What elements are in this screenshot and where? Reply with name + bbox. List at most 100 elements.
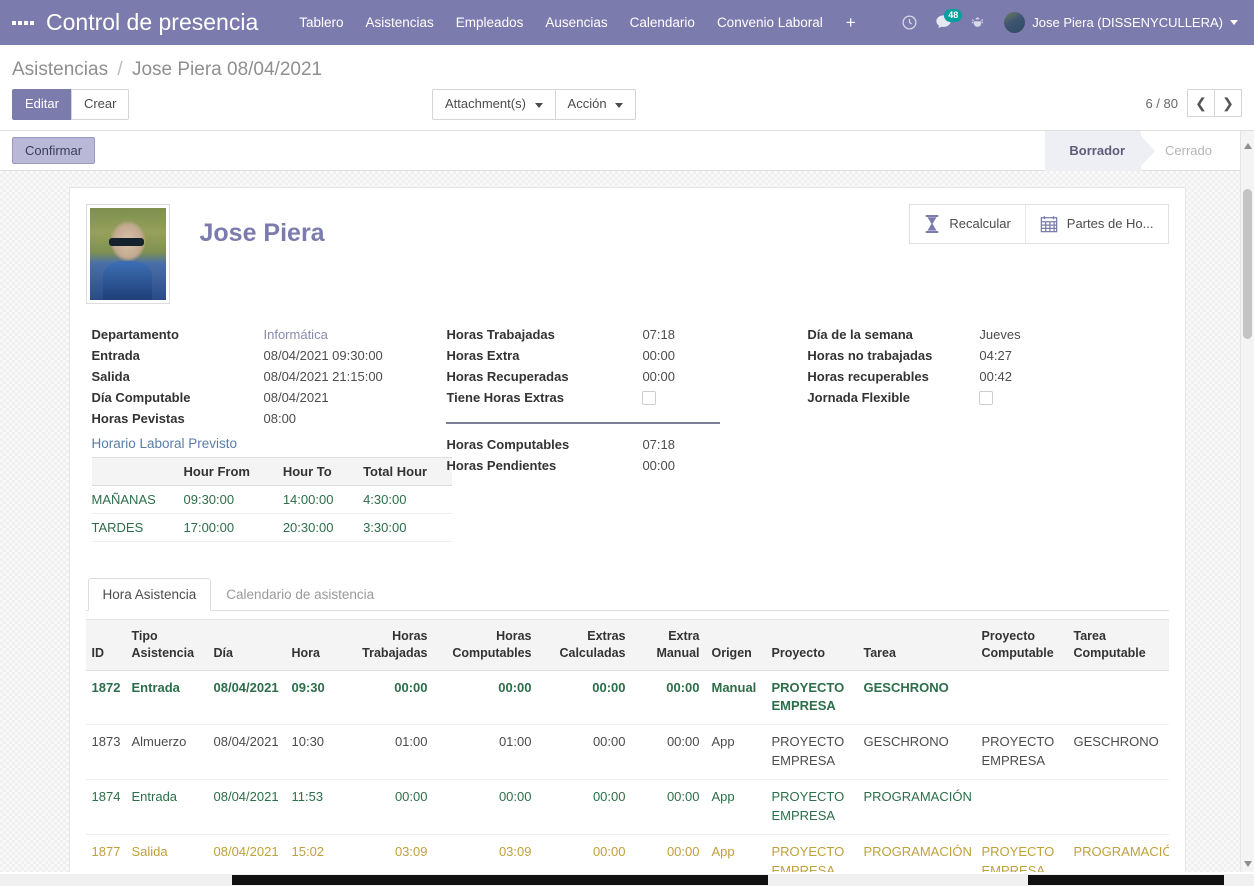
control-panel: Asistencias / Jose Piera 08/04/2021 Edit… (0, 45, 1254, 131)
menu-item-tablero[interactable]: Tablero (288, 9, 354, 36)
cell-dia: 08/04/2021 (208, 670, 286, 725)
th-origen[interactable]: Origen (706, 619, 766, 670)
chat-bubble-icon[interactable]: 48 (928, 8, 958, 38)
edit-button[interactable]: Editar (12, 89, 72, 120)
th-tarea[interactable]: Tarea (858, 619, 976, 670)
value-dia-computable: 08/04/2021 (264, 387, 429, 408)
menu-item-ausencias[interactable]: Ausencias (534, 9, 618, 36)
page-title: Jose Piera (200, 204, 325, 248)
section-divider (446, 422, 720, 424)
label-horas-previstas: Horas Pevistas (92, 408, 264, 429)
value-horas-extra: 00:00 (642, 345, 789, 366)
cell-extra-manual: 00:00 (632, 670, 706, 725)
label-horas-no-trabajadas: Horas no trabajadas (807, 345, 979, 366)
horizontal-scrollbar[interactable] (0, 874, 1254, 886)
jornada-flexible-checkbox[interactable] (979, 391, 993, 405)
cell-extra-manual: 00:00 (632, 779, 706, 834)
breadcrumb-current: Jose Piera 08/04/2021 (132, 59, 322, 80)
th-hora[interactable]: Hora (286, 619, 338, 670)
cell-extras-calculadas: 00:00 (538, 779, 632, 834)
clock-icon[interactable] (894, 8, 924, 38)
tab-hora-asistencia[interactable]: Hora Asistencia (88, 578, 212, 611)
employee-photo[interactable] (86, 204, 170, 304)
field-row-tiene-horas-extras: Tiene Horas Extras (446, 387, 789, 409)
scroll-down-arrow[interactable] (1244, 861, 1252, 867)
label-dia-de-la-semana: Día de la semana (807, 324, 979, 345)
schedule-group-title: Horario Laboral Previsto (92, 429, 429, 455)
cell-extras-calculadas: 00:00 (538, 670, 632, 725)
label-dia-computable: Día Computable (92, 387, 264, 408)
cell-proyecto-computable (976, 670, 1068, 725)
table-row[interactable]: 1872 Entrada 08/04/2021 09:30 00:00 00:0… (86, 670, 1169, 725)
th-dia[interactable]: Día (208, 619, 286, 670)
schedule-cell-to: 20:30:00 (275, 513, 355, 541)
horizontal-scrollbar-thumb[interactable] (232, 875, 768, 885)
menu-item-empleados[interactable]: Empleados (445, 9, 535, 36)
scroll-up-arrow[interactable] (1240, 131, 1254, 171)
schedule-cell-name: TARDES (92, 513, 176, 541)
attachments-label: Attachment(s) (445, 96, 526, 111)
confirm-button[interactable]: Confirmar (12, 137, 95, 164)
user-menu[interactable]: Jose Piera (DISSENYCULLERA) (996, 8, 1246, 37)
notebook-tabs: Hora Asistencia Calendario de asistencia (86, 578, 1169, 611)
attachments-dropdown[interactable]: Attachment(s) (432, 89, 556, 120)
value-horas-previstas: 08:00 (264, 408, 429, 429)
add-menu-icon[interactable]: + (834, 12, 868, 33)
horizontal-scrollbar-thumb-secondary[interactable] (1028, 875, 1224, 885)
chevron-right-icon[interactable]: ❯ (1214, 89, 1242, 117)
attendance-header-row: ID Tipo Asistencia Día Hora Horas Trabaj… (86, 619, 1169, 670)
th-horas-computables[interactable]: Horas Computables (434, 619, 538, 670)
cell-extras-calculadas: 00:00 (538, 725, 632, 780)
chevron-left-icon[interactable]: ❮ (1187, 89, 1215, 117)
tab-calendario-de-asistencia[interactable]: Calendario de asistencia (211, 578, 389, 611)
cell-id: 1873 (86, 725, 126, 780)
value-departamento[interactable]: Informática (264, 324, 429, 345)
value-horas-recuperables: 00:42 (979, 366, 1150, 387)
th-tipo-asistencia[interactable]: Tipo Asistencia (126, 619, 208, 670)
value-horas-no-trabajadas: 04:27 (979, 345, 1150, 366)
table-row[interactable]: MAÑANAS 09:30:00 14:00:00 4:30:00 (92, 485, 452, 513)
label-tiene-horas-extras: Tiene Horas Extras (446, 387, 642, 409)
cell-tipo: Almuerzo (126, 725, 208, 780)
table-row[interactable]: 1877 Salida 08/04/2021 15:02 03:09 03:09… (86, 834, 1169, 872)
menu-item-convenio-laboral[interactable]: Convenio Laboral (706, 9, 834, 36)
cell-id: 1872 (86, 670, 126, 725)
schedule-col-name (92, 457, 176, 485)
field-row-entrada: Entrada 08/04/2021 09:30:00 (92, 345, 429, 366)
cell-proyecto-computable: PROYECTO EMPRESA (976, 834, 1068, 872)
navbar-right-tools: 48 Jose Piera (DISSENYCULLERA) (894, 0, 1246, 45)
tiene-horas-extras-checkbox[interactable] (642, 391, 656, 405)
menu-item-asistencias[interactable]: Asistencias (355, 9, 445, 36)
action-dropdown[interactable]: Acción (555, 89, 637, 120)
status-borrador[interactable]: Borrador (1045, 131, 1141, 171)
record-sheet: Jose Piera Recalcular (69, 187, 1186, 872)
th-horas-trabajadas[interactable]: Horas Trabajadas (338, 619, 434, 670)
field-group-center: Horas Trabajadas 07:18 Horas Extra 00:00… (446, 324, 807, 542)
th-id[interactable]: ID (86, 619, 126, 670)
th-proyecto-computable[interactable]: Proyecto Computable (976, 619, 1068, 670)
table-row[interactable]: 1874 Entrada 08/04/2021 11:53 00:00 00:0… (86, 779, 1169, 834)
th-proyecto[interactable]: Proyecto (766, 619, 858, 670)
partes-de-horas-button[interactable]: Partes de Ho... (1025, 205, 1168, 243)
cell-hora: 10:30 (286, 725, 338, 780)
th-extra-manual[interactable]: Extra Manual (632, 619, 706, 670)
table-row[interactable]: 1873 Almuerzo 08/04/2021 10:30 01:00 01:… (86, 725, 1169, 780)
create-button[interactable]: Crear (71, 89, 130, 120)
label-horas-pendientes: Horas Pendientes (446, 455, 642, 476)
vertical-scrollbar-thumb[interactable] (1243, 189, 1252, 339)
control-panel-center-tools: Attachment(s) Acción (432, 89, 636, 120)
app-brand-title[interactable]: Control de presencia (46, 9, 258, 36)
recalcular-button[interactable]: Recalcular (910, 205, 1024, 243)
th-tarea-computable[interactable]: Tarea Computable (1068, 619, 1169, 670)
cell-tarea: PROGRAMACIÓN (858, 834, 976, 872)
table-row[interactable]: TARDES 17:00:00 20:30:00 3:30:00 (92, 513, 452, 541)
statusbar-row: Confirmar Borrador Cerrado (0, 131, 1254, 171)
breadcrumb-root[interactable]: Asistencias (12, 59, 108, 80)
apps-grid-icon[interactable] (12, 12, 34, 34)
menu-item-calendario[interactable]: Calendario (619, 9, 706, 36)
th-extras-calculadas[interactable]: Extras Calculadas (538, 619, 632, 670)
bug-icon[interactable] (962, 8, 992, 38)
cell-id: 1874 (86, 779, 126, 834)
vertical-scrollbar[interactable] (1240, 171, 1254, 872)
form-background: Jose Piera Recalcular (0, 171, 1254, 872)
